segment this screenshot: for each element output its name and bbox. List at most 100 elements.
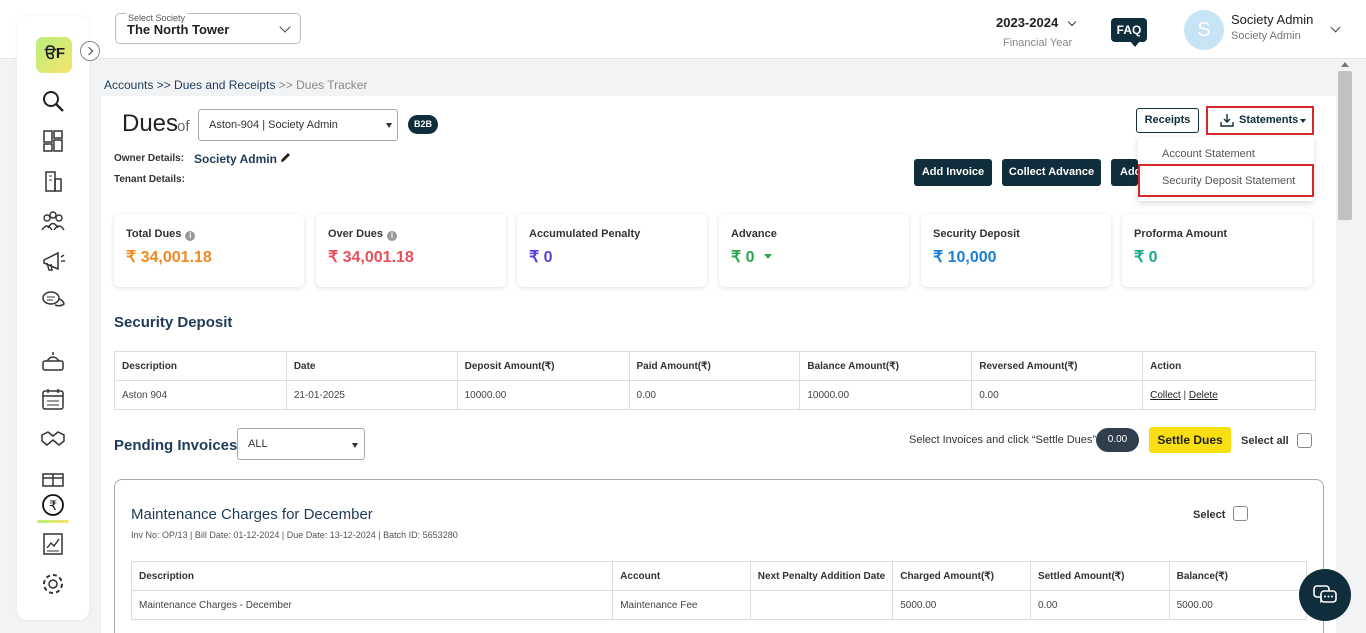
security-deposit-statement-label: Security Deposit Statement [1162,175,1295,187]
people-icon[interactable] [40,208,66,234]
add-invoice-button[interactable]: Add Invoice [914,159,992,186]
settle-hint: Select Invoices and click “Settle Dues” [909,434,1096,446]
summary-card: Advance ₹ 0 [719,214,909,287]
summary-card-value: ₹ 0 [1134,247,1158,267]
report-icon[interactable] [40,531,66,557]
table-header: Balance(₹) [1169,562,1306,591]
settle-dues-button[interactable]: Settle Dues [1149,427,1231,453]
download-icon [1220,113,1234,127]
info-icon[interactable]: i [185,231,195,241]
summary-card: Proforma Amount ₹ 0 [1122,214,1312,287]
breadcrumb-dues-receipts[interactable]: Dues and Receipts [174,78,275,92]
statements-dropdown: Account Statement Security Deposit State… [1138,137,1314,201]
user-role: Society Admin [1231,30,1301,42]
table-row: Aston 904 21-01-2025 10000.00 0.00 10000… [115,381,1316,410]
receipts-button[interactable]: Receipts [1136,108,1199,133]
edit-icon[interactable] [279,151,292,164]
summary-card: Over Duesi ₹ 34,001.18 [316,214,506,287]
active-indicator [37,520,69,523]
megaphone-icon[interactable] [40,248,66,274]
sidebar-collapse-button[interactable] [80,41,100,61]
invoice-filter-select[interactable]: ALL [237,428,365,460]
security-deposit-title: Security Deposit [114,314,232,331]
summary-card: Total Duesi₹ 34,001.18 [114,214,304,287]
pending-invoices-title: Pending Invoices [114,437,237,454]
summary-card-value: ₹ 34,001.18 [328,247,414,267]
security-deposit-table: Description Date Deposit Amount(₹) Paid … [114,351,1316,410]
table-cell: 10000.00 [800,381,972,410]
account-statement-item[interactable]: Account Statement [1162,148,1255,160]
owner-details-value: Society Admin [194,152,277,166]
society-select[interactable]: Select Society The North Tower [115,13,301,44]
collect-link[interactable]: Collect [1150,390,1181,401]
chevron-down-icon [279,21,290,32]
table-cell: 5000.00 [1169,591,1306,620]
summary-card-label: Accumulated Penalty [529,228,640,240]
table-cell: 5000.00 [893,591,1031,620]
statements-label: Statements [1239,114,1298,126]
helpdesk-icon[interactable] [40,348,66,374]
summary-card-label: Over Duesi [328,228,397,241]
breadcrumb-separator: >> [275,78,296,92]
table-header: Account [613,562,751,591]
breadcrumb-accounts[interactable]: Accounts [104,78,153,92]
scrollbar-thumb[interactable] [1338,71,1352,220]
table-header: Description [115,352,287,381]
user-name: Society Admin [1231,12,1313,27]
society-select-value: The North Tower [127,22,229,37]
avatar[interactable]: S [1184,10,1224,50]
dashboard-icon[interactable] [40,128,66,154]
table-header: Paid Amount(₹) [629,352,800,381]
chat-icon[interactable] [40,288,66,314]
amenity-icon[interactable] [40,466,66,492]
table-cell: Maintenance Charges - December [132,591,613,620]
invoice-meta: Inv No: OP/13 | Bill Date: 01-12-2024 | … [131,530,458,540]
calendar-icon[interactable] [40,386,66,412]
selected-amount-badge: 0.00 [1096,428,1139,452]
sidebar: ੳF ₹ [17,16,89,620]
search-icon[interactable] [40,88,66,114]
summary-card: Accumulated Penalty₹ 0 [517,214,707,287]
table-cell: Aston 904 [115,381,287,410]
rupee-icon[interactable]: ₹ [40,492,66,518]
breadcrumb-separator: >> [153,78,174,92]
statements-button[interactable]: Statements [1206,106,1314,135]
invoice-select-checkbox[interactable] [1233,506,1248,521]
info-icon[interactable]: i [387,231,397,241]
building-icon[interactable] [40,168,66,194]
page-title-of: of [177,118,190,135]
financial-year-value: 2023-2024 [996,15,1058,30]
tenant-details-label: Tenant Details: [114,174,185,185]
invoice-filter-value: ALL [248,438,268,450]
delete-link[interactable]: Delete [1189,390,1218,401]
invoice-title: Maintenance Charges for December [131,506,373,523]
app-logo[interactable]: ੳF [36,37,72,73]
caret-down-icon[interactable] [764,254,772,259]
table-cell [750,591,892,620]
summary-card-label: Proforma Amount [1134,228,1227,240]
summary-card-label: Advance [731,228,777,240]
invoice-items-table: Description Account Next Penalty Additio… [131,561,1307,620]
page-title: Dues [122,110,178,138]
select-all-label: Select all [1241,435,1289,447]
summary-card-label-text: Security Deposit [933,228,1020,240]
scroll-up-arrow-icon[interactable] [1341,62,1349,67]
faq-button[interactable]: FAQ [1111,18,1147,42]
select-all-checkbox[interactable] [1297,433,1312,448]
settings-icon[interactable] [40,571,66,597]
table-cell: Maintenance Fee [613,591,751,620]
unit-select[interactable]: Aston-904 | Society Admin [198,109,398,141]
summary-card-label-text: Advance [731,228,777,240]
summary-card-label: Total Dues i [126,228,195,241]
summary-card-label-text: Accumulated Penalty [529,228,640,240]
table-cell: 0.00 [1030,591,1169,620]
summary-card-value: ₹ 0 [731,247,755,267]
caret-down-icon [1300,119,1306,123]
collect-advance-button[interactable]: Collect Advance [1002,159,1101,186]
security-deposit-statement-item[interactable]: Security Deposit Statement [1138,164,1314,197]
handshake-icon[interactable] [40,426,66,452]
add-more-button[interactable]: Add [1111,159,1138,186]
support-chat-button[interactable] [1299,569,1351,621]
summary-card: Security Deposit₹ 10,000 [921,214,1111,287]
summary-card-label-text: Total Dues [126,228,181,240]
